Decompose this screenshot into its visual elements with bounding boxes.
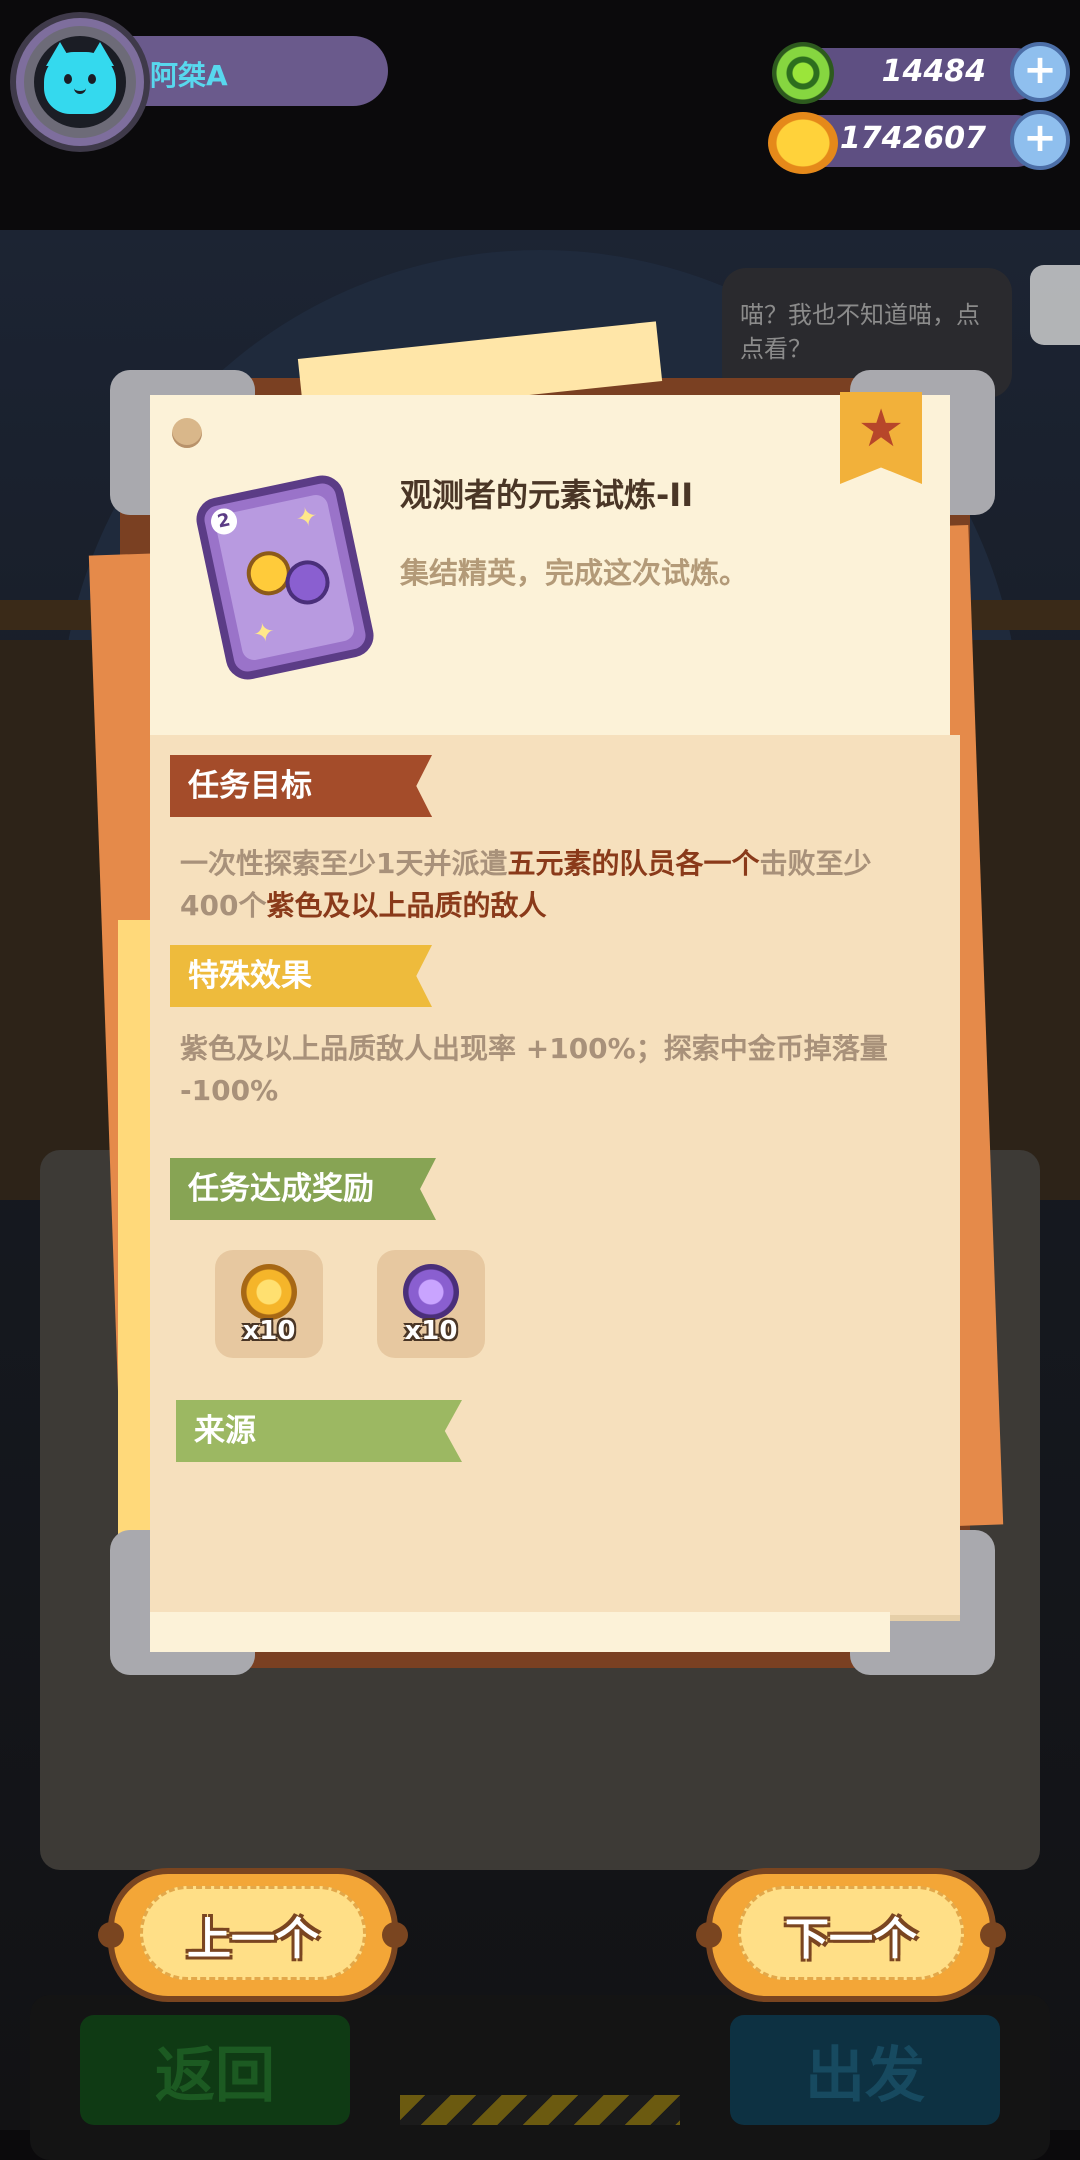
green-gem-icon: [772, 42, 834, 104]
gold-coin-icon: [241, 1264, 297, 1320]
pin-icon: [172, 418, 202, 448]
add-gems-button[interactable]: +: [1010, 42, 1070, 102]
section-tag-goal: 任务目标: [170, 755, 432, 817]
next-button-label: 下一个: [785, 1914, 917, 1965]
next-button[interactable]: 下一个: [696, 1868, 1006, 2002]
gold-planet-icon: [768, 112, 838, 174]
goal-description: 一次性探索至少1天并派遣五元素的队员各一个击败至少400个紫色及以上品质的敌人: [180, 847, 872, 922]
quest-title: 观测者的元素试炼-II: [400, 476, 694, 514]
add-gold-button[interactable]: +: [1010, 110, 1070, 170]
player-name: 阿桀A: [150, 59, 228, 92]
depart-button[interactable]: 出发: [730, 2015, 1000, 2125]
star-icon: ★: [857, 399, 905, 459]
reward-count: x10: [404, 1316, 458, 1346]
avatar[interactable]: [34, 36, 126, 128]
section-tag-effect: 特殊效果: [170, 945, 432, 1007]
reward-item[interactable]: x10: [215, 1250, 323, 1358]
effect-description: 紫色及以上品质敌人出现率 +100%；探索中金币掉落量 -100%: [180, 1032, 888, 1107]
reward-count: x10: [242, 1316, 296, 1346]
prev-button-label: 上一个: [187, 1914, 319, 1965]
prev-button[interactable]: 上一个: [98, 1868, 408, 2002]
background-banner-left: [0, 640, 110, 1200]
gold-count: 1742607: [839, 121, 986, 156]
section-tag-reward: 任务达成奖励: [170, 1158, 436, 1220]
back-button[interactable]: 返回: [80, 2015, 350, 2125]
cat-face-icon: [44, 52, 116, 114]
gem-count: 14484: [881, 54, 986, 89]
quest-subtitle: 集结精英，完成这次试炼。: [400, 556, 749, 590]
paper-bottom-tab: [150, 1612, 890, 1652]
purple-coin-icon: [403, 1264, 459, 1320]
section-tag-source: 来源: [176, 1400, 462, 1462]
share-icon[interactable]: [1030, 265, 1080, 345]
reward-item[interactable]: x10: [377, 1250, 485, 1358]
hazard-stripe: [400, 2095, 680, 2125]
